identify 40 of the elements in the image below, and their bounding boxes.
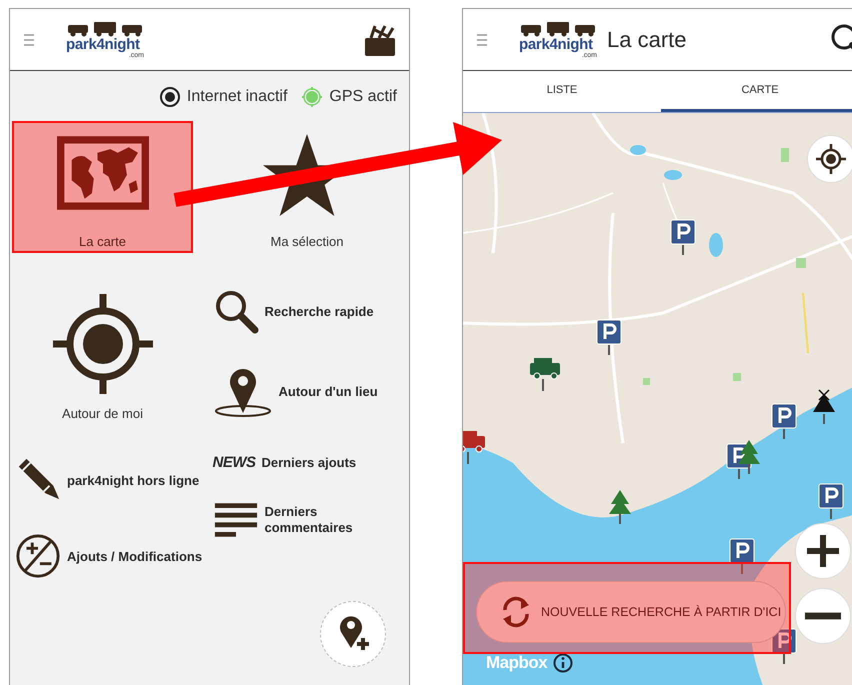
tree-marker-icon[interactable] — [607, 488, 633, 524]
tent-marker-icon[interactable] — [811, 388, 837, 424]
toolbox-icon[interactable] — [363, 24, 397, 56]
menu-tile[interactable]: La carte — [12, 121, 193, 253]
logo-text: park4night — [66, 36, 140, 52]
parking-marker-icon[interactable] — [670, 219, 696, 255]
menu-link[interactable]: Autour d'un lieu — [278, 384, 378, 398]
attribution-logo: Mapbox — [486, 653, 548, 673]
info-icon[interactable] — [553, 653, 574, 673]
menu-label: Ma sélection — [270, 234, 344, 249]
menu-icon[interactable] — [24, 34, 34, 46]
search-here-button[interactable]: NOUVELLE RECHERCHE À PARTIR D'ICI — [476, 581, 786, 643]
menu-tile[interactable]: Autour de moi — [12, 275, 193, 425]
status-label: GPS actif — [329, 88, 397, 106]
plus-minus-icon — [15, 533, 61, 579]
menu-label: La carte — [79, 234, 126, 249]
parking-marker-icon[interactable] — [729, 538, 755, 574]
parking-marker-icon[interactable] — [596, 319, 622, 355]
status-label: Internet inactif — [186, 88, 288, 106]
menu-link[interactable]: Derniers ajouts — [262, 454, 356, 470]
world-map-icon — [56, 134, 148, 212]
menu-label: Autour de moi — [62, 406, 143, 421]
minus-icon — [805, 610, 841, 622]
campervans-icon — [66, 20, 144, 36]
screen-title: La carte — [607, 26, 686, 52]
campervans-icon — [519, 20, 597, 36]
plus-icon — [805, 533, 841, 569]
parking-marker-icon[interactable] — [771, 628, 797, 664]
parking-marker-icon[interactable] — [771, 403, 797, 439]
menu-link[interactable]: Recherche rapide — [264, 304, 374, 318]
crosshair-icon — [816, 144, 846, 174]
menu-icon[interactable] — [477, 34, 487, 46]
tree-marker-icon[interactable] — [736, 438, 762, 474]
menu-link[interactable]: park4night hors ligne — [67, 472, 200, 488]
parking-marker-icon[interactable] — [818, 483, 844, 519]
menu-link[interactable]: Derniers commentaires — [264, 504, 364, 536]
menu-link[interactable]: Ajouts / Modifications — [67, 548, 202, 564]
news-label: NEWS — [212, 454, 256, 470]
crosshair-icon — [52, 294, 152, 394]
logo-text: park4night — [519, 36, 593, 52]
